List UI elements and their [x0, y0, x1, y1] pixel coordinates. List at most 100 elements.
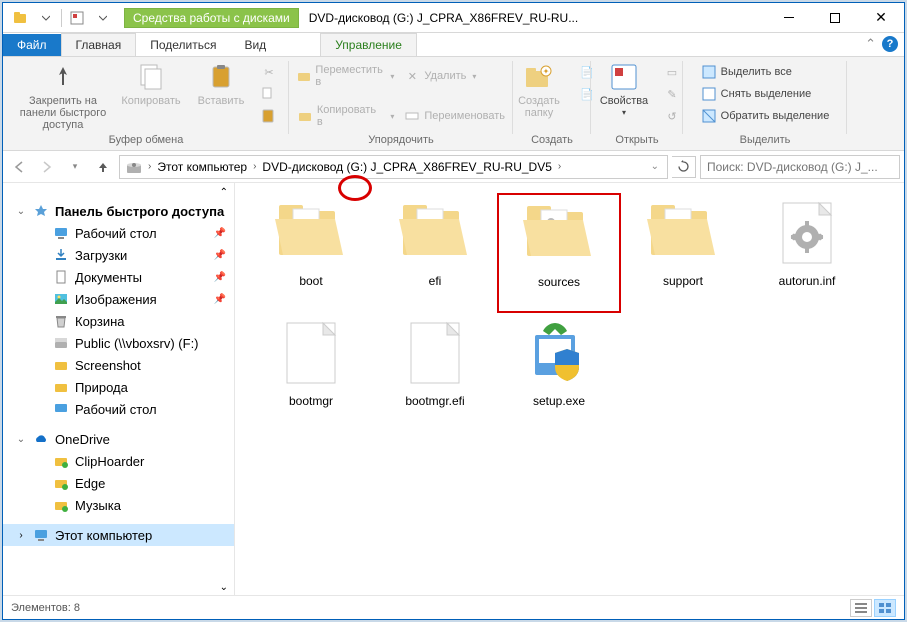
disc-tools-tab[interactable]: Средства работы с дисками — [124, 8, 299, 28]
folder-open-icon — [394, 196, 476, 270]
cut-small[interactable]: ✂ — [259, 61, 279, 83]
sidebar-item-cliphoarder[interactable]: ClipHoarder — [3, 450, 234, 472]
desktop-icon — [53, 401, 69, 417]
sidebar-item-trash[interactable]: Корзина — [3, 310, 234, 332]
sidebar-item-music[interactable]: Музыка — [3, 494, 234, 516]
group-label-new: Создать — [531, 134, 573, 148]
refresh-icon[interactable] — [672, 156, 696, 178]
sidebar-onedrive[interactable]: ⌄OneDrive — [3, 428, 234, 450]
file-item-setup[interactable]: setup.exe — [497, 313, 621, 433]
item-label: boot — [299, 274, 322, 288]
history-small[interactable]: ↺ — [662, 105, 682, 127]
pin-to-quick-access-button[interactable]: Закрепить на панели быстрого доступа — [13, 59, 113, 131]
details-view-button[interactable] — [850, 599, 872, 617]
move-to[interactable]: Переместить в▾ — [295, 65, 396, 87]
blank-file-icon — [270, 316, 352, 390]
file-item-bootmgr-efi[interactable]: bootmgr.efi — [373, 313, 497, 433]
group-label-open: Открыть — [615, 134, 658, 148]
ribbon-tabs: Файл Главная Поделиться Вид Управление ⌃… — [3, 33, 904, 57]
tab-manage[interactable]: Управление — [320, 33, 417, 56]
item-label: support — [663, 274, 703, 288]
select-all[interactable]: Выделить все — [699, 61, 832, 83]
scroll-up-icon[interactable]: ⌃ — [220, 187, 228, 198]
icons-view-button[interactable] — [874, 599, 896, 617]
nav-recent-icon[interactable]: ▾ — [63, 155, 87, 179]
copy-button[interactable]: Копировать — [119, 59, 183, 107]
tab-file[interactable]: Файл — [3, 34, 61, 56]
sidebar-item-screenshot[interactable]: Screenshot — [3, 354, 234, 376]
file-view[interactable]: boot efi sources support autorun.inf boo… — [235, 183, 904, 595]
pin-icon: 📌 — [214, 228, 226, 239]
help-icon[interactable]: ? — [882, 36, 898, 52]
tab-home[interactable]: Главная — [61, 33, 137, 56]
trash-icon — [53, 313, 69, 329]
sidebar-item-documents[interactable]: Документы📌 — [3, 266, 234, 288]
copy-path-small[interactable] — [259, 83, 279, 105]
open-small[interactable]: ▭ — [662, 61, 682, 83]
navigation-pane[interactable]: ⌃ ⌄Панель быстрого доступа Рабочий стол📌… — [3, 183, 235, 595]
scroll-down-icon[interactable]: ⌄ — [220, 582, 228, 593]
star-icon — [33, 203, 49, 219]
network-drive-icon — [53, 335, 69, 351]
qat-properties-icon[interactable] — [66, 7, 88, 29]
search-input[interactable] — [700, 155, 900, 179]
maximize-button[interactable] — [812, 3, 858, 32]
delete[interactable]: ✕Удалить▾ — [402, 65, 507, 87]
status-count: Элементов: 8 — [11, 602, 80, 614]
copy-to[interactable]: Копировать в▾ — [295, 105, 396, 127]
document-icon — [53, 269, 69, 285]
select-none[interactable]: Снять выделение — [699, 83, 832, 105]
nav-up-icon[interactable] — [91, 155, 115, 179]
chevron-right-icon[interactable]: › — [251, 161, 258, 172]
group-label-clipboard: Буфер обмена — [109, 134, 184, 148]
tab-share[interactable]: Поделиться — [136, 34, 230, 56]
file-item-bootmgr[interactable]: bootmgr — [249, 313, 373, 433]
file-item-autorun[interactable]: autorun.inf — [745, 193, 869, 313]
sidebar-item-pictures[interactable]: Изображения📌 — [3, 288, 234, 310]
invert-selection[interactable]: Обратить выделение — [699, 105, 832, 127]
pin-icon: 📌 — [214, 294, 226, 305]
crumb-pc[interactable]: Этот компьютер — [153, 156, 251, 178]
new-folder-button[interactable]: ✦ Создать папку — [507, 59, 571, 119]
properties-button[interactable]: Свойства ▾ — [592, 59, 656, 119]
crumb-drive[interactable]: DVD-дисковод (G:) J_CPRA_X86FREV_RU-RU_D… — [258, 156, 555, 178]
sidebar-item-nature[interactable]: Природа — [3, 376, 234, 398]
nav-back-icon[interactable] — [7, 155, 31, 179]
edit-small[interactable]: ✎ — [662, 83, 682, 105]
folder-item-efi[interactable]: efi — [373, 193, 497, 313]
window-title: DVD-дисковод (G:) J_CPRA_X86FREV_RU-RU..… — [307, 11, 766, 25]
item-label: autorun.inf — [779, 274, 836, 288]
sidebar-item-downloads[interactable]: Загрузки📌 — [3, 244, 234, 266]
item-label: setup.exe — [533, 394, 585, 408]
collapse-ribbon-icon[interactable]: ⌃ — [865, 36, 876, 52]
minimize-button[interactable] — [766, 3, 812, 32]
sidebar-quick-access[interactable]: ⌄Панель быстрого доступа — [3, 200, 234, 222]
chevron-right-icon[interactable]: › — [146, 161, 153, 172]
tab-view[interactable]: Вид — [230, 34, 280, 56]
ribbon: Закрепить на панели быстрого доступа Коп… — [3, 57, 904, 151]
crumb-root-icon[interactable] — [122, 156, 146, 178]
sidebar-this-pc[interactable]: ›Этот компьютер — [3, 524, 234, 546]
qat-dropdown-icon[interactable] — [35, 7, 57, 29]
sidebar-item-desktop2[interactable]: Рабочий стол — [3, 398, 234, 420]
chevron-right-icon[interactable]: › — [556, 161, 563, 172]
folder-icon — [53, 379, 69, 395]
paste-button[interactable]: Вставить — [189, 59, 253, 107]
nav-forward-icon[interactable] — [35, 155, 59, 179]
sidebar-item-public[interactable]: Public (\\vboxsrv) (F:) — [3, 332, 234, 354]
close-button[interactable]: ✕ — [858, 3, 904, 32]
breadcrumb[interactable]: › Этот компьютер › DVD-дисковод (G:) J_C… — [119, 155, 668, 179]
paste-shortcut-small[interactable] — [259, 105, 279, 127]
breadcrumb-dropdown-icon[interactable]: ⌄ — [645, 161, 665, 172]
explorer-window: Средства работы с дисками DVD-дисковод (… — [2, 2, 905, 620]
folder-item-support[interactable]: support — [621, 193, 745, 313]
item-label: bootmgr.efi — [405, 394, 464, 408]
app-icon[interactable] — [9, 7, 31, 29]
folder-icon — [53, 357, 69, 373]
folder-item-sources[interactable]: sources — [497, 193, 621, 313]
qat-dropdown2-icon[interactable] — [92, 7, 114, 29]
sidebar-item-edge[interactable]: Edge — [3, 472, 234, 494]
rename[interactable]: Переименовать — [402, 105, 507, 127]
sidebar-item-desktop[interactable]: Рабочий стол📌 — [3, 222, 234, 244]
folder-item-boot[interactable]: boot — [249, 193, 373, 313]
